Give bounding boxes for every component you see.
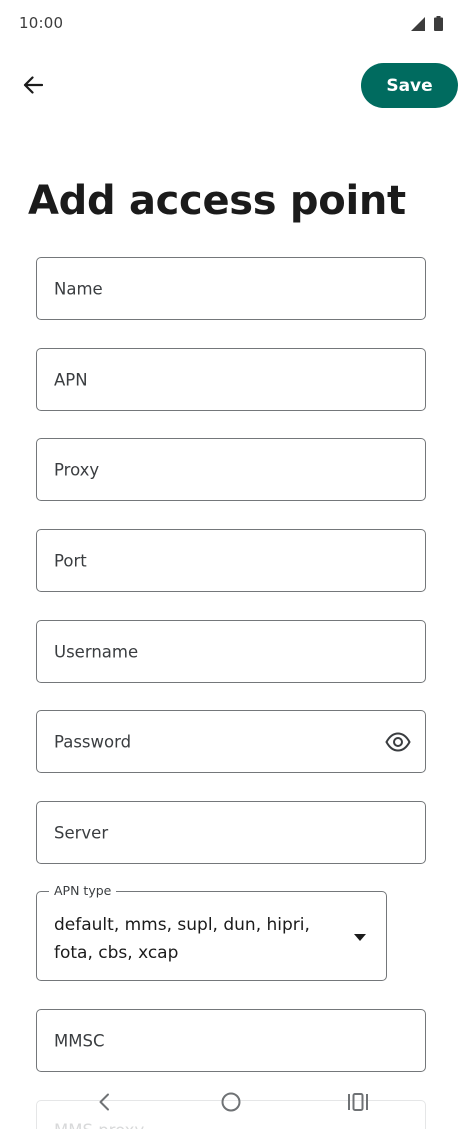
apn-field[interactable]: APN <box>36 348 426 411</box>
port-field-label: Port <box>54 551 87 570</box>
apn-type-value: default, mms, supl, dun, hipri, fota, cb… <box>54 915 310 963</box>
name-field-label: Name <box>54 279 103 298</box>
username-field-label: Username <box>54 642 139 661</box>
eye-icon[interactable] <box>385 731 411 752</box>
nav-home-button[interactable] <box>216 1089 246 1115</box>
proxy-field[interactable]: Proxy <box>36 438 426 501</box>
battery-icon <box>434 16 443 31</box>
name-field[interactable]: Name <box>36 257 426 320</box>
nav-recents-icon <box>348 1093 368 1111</box>
nav-home-icon <box>221 1092 241 1112</box>
server-field[interactable]: Server <box>36 801 426 864</box>
password-field-label: Password <box>54 732 132 751</box>
mmsc-field[interactable]: MMSC <box>36 1009 426 1072</box>
username-field[interactable]: Username <box>36 620 426 683</box>
nav-recents-button[interactable] <box>343 1089 373 1115</box>
save-button[interactable]: Save <box>361 63 458 108</box>
status-bar: 10:00 <box>0 0 462 48</box>
apn-type-label: APN type <box>49 883 117 898</box>
navigation-bar <box>0 1079 462 1129</box>
server-field-label: Server <box>54 823 109 842</box>
page-title: Add access point <box>28 178 406 224</box>
mmsc-field-label: MMSC <box>54 1031 105 1050</box>
arrow-back-icon <box>23 76 43 94</box>
port-field[interactable]: Port <box>36 529 426 592</box>
apn-field-label: APN <box>54 370 88 389</box>
triangle-down-icon <box>354 934 366 941</box>
signal-icon <box>411 17 425 31</box>
password-field[interactable]: Password <box>36 710 426 773</box>
nav-back-button[interactable] <box>89 1089 119 1115</box>
back-button[interactable] <box>14 66 52 104</box>
status-time: 10:00 <box>19 14 64 32</box>
nav-back-icon <box>99 1093 109 1111</box>
apn-type-dropdown[interactable]: APN type default, mms, supl, dun, hipri,… <box>36 883 387 981</box>
proxy-field-label: Proxy <box>54 460 100 479</box>
